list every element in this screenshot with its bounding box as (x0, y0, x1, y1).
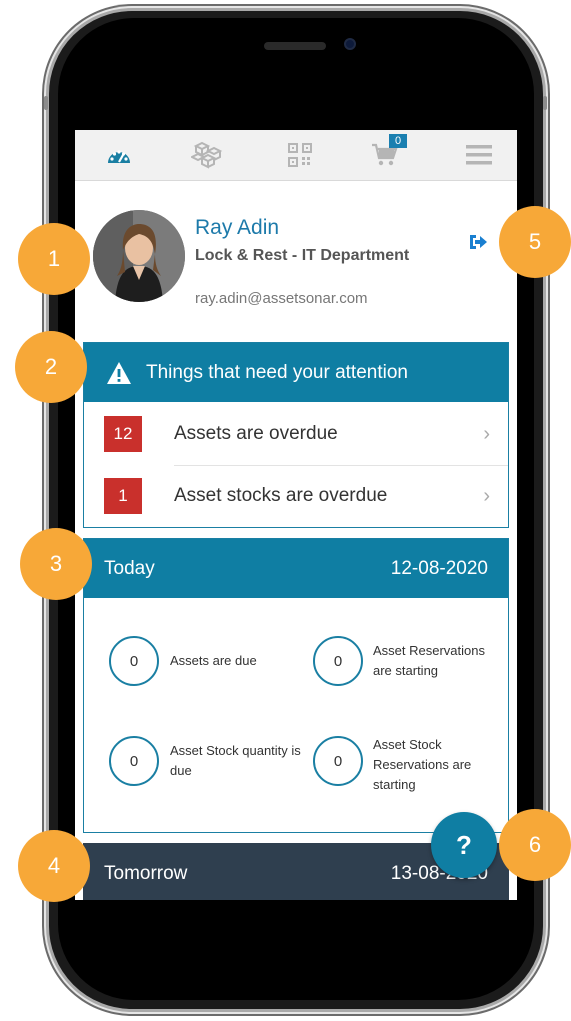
callout-marker: 1 (18, 223, 90, 295)
attention-title: Things that need your attention (146, 361, 408, 383)
overdue-count-badge: 1 (104, 478, 142, 514)
tomorrow-label: Tomorrow (104, 862, 188, 884)
sign-out-icon (470, 235, 487, 249)
dashboard-icon (108, 150, 130, 163)
assets-icon (191, 141, 223, 169)
nav-assets[interactable] (178, 130, 238, 180)
stat-circle[interactable]: 0 (313, 736, 363, 786)
list-item-label: Asset stocks are overdue (174, 485, 388, 506)
warning-icon (107, 361, 131, 384)
chevron-right-icon: › (483, 484, 490, 507)
nav-cart[interactable]: 0 (355, 130, 415, 180)
avatar (93, 210, 185, 302)
logout-button[interactable] (467, 232, 489, 252)
app-screen: 0 Ray Adin Lock & Rest - IT Department r… (75, 130, 517, 900)
user-email: ray.adin@assetsonar.com (195, 290, 368, 307)
phone-speaker (264, 42, 326, 50)
stat-circle[interactable]: 0 (109, 736, 159, 786)
cart-count-badge: 0 (389, 134, 407, 148)
callout-marker: 5 (499, 206, 571, 278)
stat-label: Asset Reservations are starting (373, 643, 485, 678)
list-item-stocks-overdue[interactable]: 1 Asset stocks are overdue › (84, 465, 508, 527)
today-header: Today 12-08-2020 (84, 539, 508, 598)
chevron-right-icon: › (483, 422, 490, 445)
attention-panel: Things that need your attention 12 Asset… (83, 342, 509, 528)
nav-dashboard[interactable] (89, 130, 149, 180)
user-department: Lock & Rest - IT Department (195, 247, 410, 264)
menu-icon (466, 145, 492, 165)
user-name: Ray Adin (195, 216, 280, 239)
nav-qr-scan[interactable] (270, 130, 330, 180)
callout-marker: 3 (20, 528, 92, 600)
overdue-count-badge: 12 (104, 416, 142, 452)
today-label: Today (104, 557, 155, 579)
attention-header: Things that need your attention (84, 343, 508, 402)
list-item-assets-overdue[interactable]: 12 Assets are overdue › (84, 403, 508, 465)
nav-menu[interactable] (449, 130, 509, 180)
callout-marker: 6 (499, 809, 571, 881)
phone-camera (344, 38, 356, 50)
stat-circle[interactable]: 0 (109, 636, 159, 686)
stat-label: Asset Stock Reservations are starting (373, 737, 472, 792)
today-date: 12-08-2020 (390, 557, 488, 579)
today-panel: Today 12-08-2020 0 Assets are due 0 Asse… (83, 538, 509, 833)
callout-marker: 2 (15, 331, 87, 403)
qr-code-icon (288, 143, 312, 167)
callout-marker: 4 (18, 830, 90, 902)
stat-label: Asset Stock quantity is due (170, 743, 301, 778)
phone-side-button (543, 96, 547, 110)
stat-label: Assets are due (170, 653, 257, 668)
avatar-image (93, 210, 185, 302)
list-item-label: Assets are overdue (174, 423, 338, 444)
help-button[interactable]: ? (431, 812, 497, 878)
stat-circle[interactable]: 0 (313, 636, 363, 686)
phone-side-button (44, 96, 48, 110)
top-nav: 0 (75, 130, 517, 181)
